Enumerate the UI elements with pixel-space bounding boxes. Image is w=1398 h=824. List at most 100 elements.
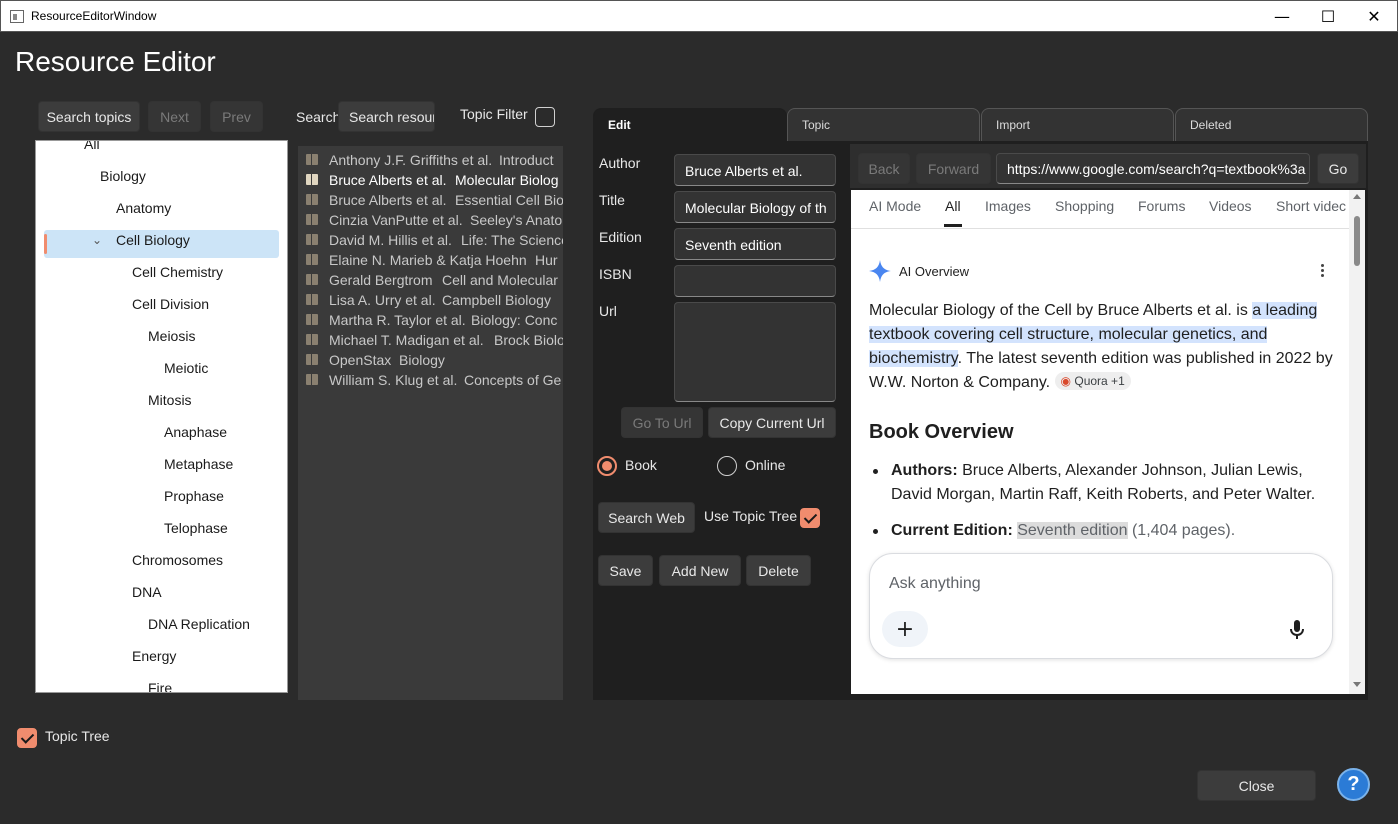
use-topic-tree-checkbox[interactable] xyxy=(800,508,820,528)
active-tab-indicator xyxy=(944,224,962,227)
add-new-button[interactable]: Add New xyxy=(659,555,741,586)
book-radio[interactable] xyxy=(597,456,617,476)
tree-item-prophase[interactable]: Prophase xyxy=(164,482,224,510)
bullet xyxy=(873,469,878,474)
tree-item-metaphase[interactable]: Metaphase xyxy=(164,450,233,478)
book-icon xyxy=(306,294,318,305)
topic-tree-label: Topic Tree xyxy=(45,728,110,744)
book-icon xyxy=(306,154,318,165)
edition-item: Current Edition: Seventh edition (1,404 … xyxy=(891,522,1236,539)
tab-topic[interactable]: Topic xyxy=(787,108,980,141)
tab-deleted[interactable]: Deleted xyxy=(1175,108,1368,141)
ai-overview-label: AI Overview xyxy=(899,264,970,279)
forward-button[interactable]: Forward xyxy=(916,153,991,184)
tree-item-meiotic[interactable]: Meiotic xyxy=(164,354,208,382)
search-label: Search xyxy=(296,109,341,125)
tree-item-cell-biology[interactable]: Cell Biology xyxy=(116,226,190,254)
ask-input[interactable]: Ask anything xyxy=(889,575,981,593)
google-tab-forums[interactable]: Forums xyxy=(1138,198,1185,214)
tree-item-biology[interactable]: Biology xyxy=(100,162,146,190)
window-title: ResourceEditorWindow xyxy=(31,9,157,23)
url-field[interactable] xyxy=(674,302,836,402)
tree-item-telophase[interactable]: Telophase xyxy=(164,514,228,542)
search-topics-button[interactable]: Search topics xyxy=(38,101,140,132)
ask-box[interactable]: Ask anything + xyxy=(869,553,1333,659)
tree-item-energy[interactable]: Energy xyxy=(132,642,176,670)
topic-filter-label: Topic Filter xyxy=(460,106,528,122)
tree-item-anaphase[interactable]: Anaphase xyxy=(164,418,227,446)
close-window-button[interactable]: ✕ xyxy=(1351,1,1397,32)
tree-item-dna[interactable]: DNA xyxy=(132,578,162,606)
topic-tree[interactable]: All Biology Anatomy ⌄ Cell Biology Cell … xyxy=(35,140,288,693)
microphone-icon[interactable] xyxy=(1289,619,1305,641)
maximize-button[interactable]: ☐ xyxy=(1305,1,1351,32)
close-button[interactable]: Close xyxy=(1197,770,1316,801)
tree-item-chromosomes[interactable]: Chromosomes xyxy=(132,546,223,574)
topic-tree-checkbox[interactable] xyxy=(17,728,37,748)
scroll-down-icon[interactable] xyxy=(1353,682,1361,687)
tree-item-cell-chemistry[interactable]: Cell Chemistry xyxy=(132,258,223,286)
book-icon xyxy=(306,334,318,345)
tree-item-fire[interactable]: Fire xyxy=(148,674,172,692)
authors-item: Authors: Bruce Alberts, Alexander Johnso… xyxy=(891,462,1316,503)
copy-current-url-button[interactable]: Copy Current Url xyxy=(708,407,836,438)
google-tab-videos[interactable]: Videos xyxy=(1209,198,1252,214)
google-tab-images[interactable]: Images xyxy=(985,198,1031,214)
prev-button[interactable]: Prev xyxy=(210,101,263,132)
help-icon[interactable]: ? xyxy=(1337,768,1370,801)
online-radio[interactable] xyxy=(717,456,737,476)
author-field[interactable]: Bruce Alberts et al. xyxy=(674,154,836,186)
scroll-thumb[interactable] xyxy=(1354,216,1360,266)
tab-import[interactable]: Import xyxy=(981,108,1174,141)
save-button[interactable]: Save xyxy=(598,555,653,586)
main-window: Resource Editor Search topics Next Prev … xyxy=(1,32,1397,823)
book-icon xyxy=(306,314,318,325)
scrollbar[interactable] xyxy=(1349,190,1365,694)
tree-item-all[interactable]: All xyxy=(84,141,100,158)
tree-item-meiosis[interactable]: Meiosis xyxy=(148,322,195,350)
web-view[interactable]: AI Mode All Images Shopping Forums Video… xyxy=(851,190,1365,694)
window-titlebar: ResourceEditorWindow — ☐ ✕ xyxy=(0,0,1398,32)
plus-icon[interactable]: + xyxy=(882,611,928,647)
app-icon xyxy=(10,10,24,23)
edition-label: Edition xyxy=(599,229,642,245)
minimize-button[interactable]: — xyxy=(1259,1,1305,32)
chevron-down-icon[interactable]: ⌄ xyxy=(92,226,102,254)
search-web-button[interactable]: Search Web xyxy=(598,502,695,533)
tree-item-mitosis[interactable]: Mitosis xyxy=(148,386,192,414)
source-chip[interactable]: ◉ Quora +1 xyxy=(1054,372,1131,390)
book-icon xyxy=(306,214,318,225)
isbn-field[interactable] xyxy=(674,265,836,297)
go-to-url-button[interactable]: Go To Url xyxy=(621,407,703,438)
book-icon xyxy=(306,254,318,265)
tree-item-anatomy[interactable]: Anatomy xyxy=(116,194,171,222)
back-button[interactable]: Back xyxy=(858,153,910,184)
scroll-up-icon[interactable] xyxy=(1353,194,1361,199)
ai-overview-paragraph: Molecular Biology of the Cell by Bruce A… xyxy=(869,302,1333,391)
resource-search-input[interactable]: Search resour xyxy=(338,101,435,132)
google-tab-all[interactable]: All xyxy=(945,198,961,214)
book-icon xyxy=(306,274,318,285)
book-icon xyxy=(306,354,318,365)
book-icon xyxy=(306,194,318,205)
resource-list[interactable]: Anthony J.F. Griffiths et al. Introduct B… xyxy=(298,146,563,700)
title-field[interactable]: Molecular Biology of th xyxy=(674,191,836,223)
page-title: Resource Editor xyxy=(15,46,216,77)
url-address-field[interactable]: https://www.google.com/search?q=textbook… xyxy=(996,153,1310,184)
google-tab-ai-mode[interactable]: AI Mode xyxy=(869,198,921,214)
next-button[interactable]: Next xyxy=(148,101,201,132)
tree-item-dna-replication[interactable]: DNA Replication xyxy=(148,610,250,638)
tabs-divider xyxy=(851,228,1349,229)
book-radio-label: Book xyxy=(625,457,657,473)
tab-edit[interactable]: Edit xyxy=(593,108,787,141)
go-button[interactable]: Go xyxy=(1317,153,1359,184)
isbn-label: ISBN xyxy=(599,266,632,282)
delete-button[interactable]: Delete xyxy=(746,555,811,586)
more-options-icon[interactable] xyxy=(1321,264,1325,278)
edition-field[interactable]: Seventh edition xyxy=(674,228,836,260)
google-tab-short-videos[interactable]: Short videc xyxy=(1276,198,1346,214)
url-label: Url xyxy=(599,303,617,319)
topic-filter-checkbox[interactable] xyxy=(535,107,555,127)
google-tab-shopping[interactable]: Shopping xyxy=(1055,198,1114,214)
tree-item-cell-division[interactable]: Cell Division xyxy=(132,290,209,318)
